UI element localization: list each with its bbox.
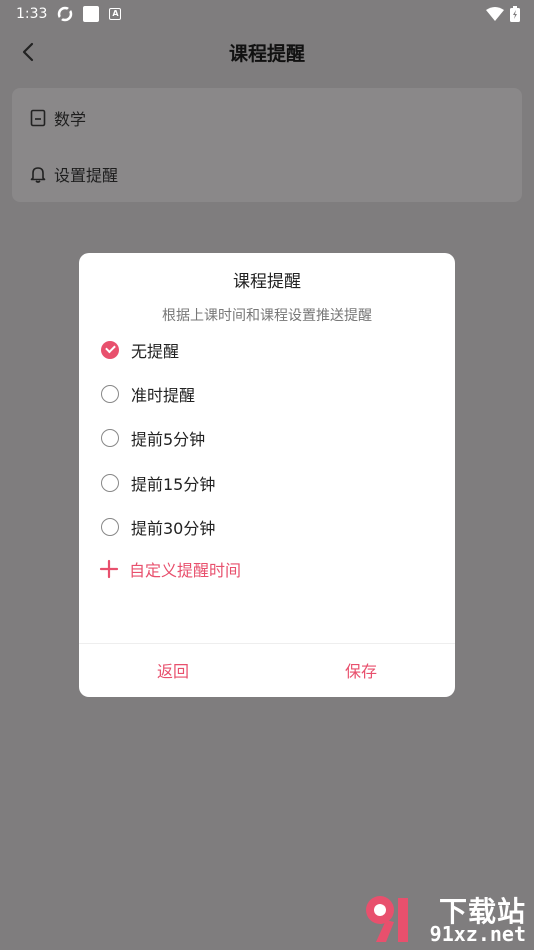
radio-unchecked-icon [101,518,119,536]
watermark-url: 91xz.net [429,922,526,946]
settings-sync-icon [58,6,73,22]
status-right [486,6,520,22]
option-5-min[interactable]: 提前5分钟 [101,426,205,450]
status-bar: 1:33 A [0,0,534,28]
option-label: 无提醒 [131,342,180,361]
book-icon [30,109,46,127]
watermark-logo-icon [366,896,408,942]
course-name-label: 数学 [54,110,87,129]
course-name-row[interactable]: 数学 [30,106,86,130]
square-icon [83,6,100,22]
custom-reminder-button[interactable]: 自定义提醒时间 [99,557,241,581]
radio-checked-icon [101,341,119,359]
back-dialog-button[interactable]: 返回 [79,643,267,697]
app-bar: 课程提醒 [0,28,534,76]
option-30-min[interactable]: 提前30分钟 [101,515,215,539]
option-15-min[interactable]: 提前15分钟 [101,471,215,495]
option-label: 准时提醒 [131,386,196,405]
option-no-reminder[interactable]: 无提醒 [101,338,179,362]
watermark: 下载站 91xz.net [358,890,528,946]
set-reminder-label: 设置提醒 [54,166,119,185]
custom-reminder-label: 自定义提醒时间 [129,561,242,580]
status-left: 1:33 A [16,6,122,22]
page-title: 课程提醒 [228,42,305,65]
save-button[interactable]: 保存 [267,643,455,697]
option-label: 提前15分钟 [131,475,216,494]
course-info-card: 数学 设置提醒 [12,88,522,202]
reminder-dialog: 课程提醒 根据上课时间和课程设置推送提醒 无提醒 准时提醒 提前5分钟 提前15… [79,253,455,697]
option-label: 提前5分钟 [131,430,206,449]
bell-icon [30,167,46,183]
back-button[interactable] [14,38,42,66]
wifi-icon [486,7,504,21]
chevron-left-icon [22,42,34,62]
a-icon: A [109,8,122,20]
dialog-title: 课程提醒 [233,272,301,292]
radio-unchecked-icon [101,385,119,403]
radio-unchecked-icon [101,429,119,447]
option-on-time[interactable]: 准时提醒 [101,382,195,406]
plus-icon [99,559,119,579]
set-reminder-row[interactable]: 设置提醒 [30,162,118,186]
radio-unchecked-icon [101,474,119,492]
battery-icon [510,6,520,22]
option-label: 提前30分钟 [131,519,216,538]
dialog-subtitle: 根据上课时间和课程设置推送提醒 [162,308,372,324]
status-time: 1:33 [16,6,48,22]
